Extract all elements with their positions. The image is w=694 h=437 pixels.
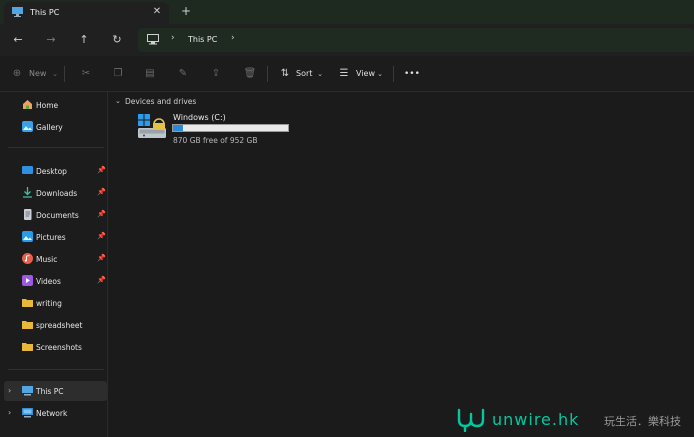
title-bar: This PC ✕ + [0, 0, 694, 24]
tab-this-pc[interactable]: This PC ✕ [4, 2, 169, 24]
divider [64, 66, 65, 82]
sidebar-item-desktop[interactable]: Desktop 📌 [4, 161, 107, 181]
navigation-pane: Home Gallery Desktop 📌 Downloads 📌 Docum… [0, 92, 108, 437]
watermark: unwire.hk 玩生活．樂科技 [452, 404, 694, 434]
sidebar-item-label: Music [36, 255, 58, 264]
sort-icon[interactable]: ⇅ [278, 67, 292, 81]
new-icon: ⊕ [12, 68, 22, 79]
sidebar-item-music[interactable]: Music 📌 [4, 249, 107, 269]
pin-icon[interactable]: 📌 [97, 210, 106, 218]
forward-icon[interactable]: → [43, 32, 59, 48]
delete-icon[interactable]: 🗑 [243, 67, 257, 81]
sort-button[interactable]: Sort [296, 66, 312, 82]
documents-icon [24, 209, 32, 220]
new-button[interactable]: New [29, 66, 46, 82]
divider [267, 66, 268, 82]
sidebar-item-label: Documents [36, 211, 79, 220]
group-header[interactable]: Devices and drives [125, 97, 196, 106]
network-icon [22, 408, 33, 418]
gallery-icon [22, 121, 33, 132]
cut-icon[interactable]: ✂ [79, 67, 93, 81]
sidebar-item-label: Screenshots [36, 343, 82, 352]
navigation-bar: ← → ↑ ↻ › This PC › [0, 24, 694, 56]
close-icon[interactable]: ✕ [150, 5, 164, 19]
pin-icon[interactable]: 📌 [97, 276, 106, 284]
share-icon[interactable]: ⇪ [209, 67, 223, 81]
command-bar: ⊕ New ⌄ ✂ ❐ ▤ ✎ ⇪ 🗑 ⇅ Sort ⌄ ☰ View ⌄ ••… [0, 56, 694, 92]
sidebar-item-label: Home [36, 101, 59, 110]
brand-logo-icon [457, 408, 485, 432]
chevron-right-icon[interactable]: › [8, 408, 11, 417]
sidebar-item-label: Network [36, 409, 68, 418]
sidebar-item-spreadsheet[interactable]: spreadsheet [4, 315, 107, 335]
sidebar-item-home[interactable]: Home [4, 95, 107, 115]
drive-icon[interactable] [137, 112, 167, 140]
sidebar-item-label: spreadsheet [36, 321, 83, 330]
brand-name: unwire.hk [492, 410, 580, 429]
sidebar-item-label: Videos [36, 277, 61, 286]
videos-icon [22, 275, 33, 286]
folder-icon [22, 343, 33, 351]
rename-icon[interactable]: ✎ [176, 67, 190, 81]
view-icon[interactable]: ☰ [337, 67, 351, 81]
pin-icon[interactable]: 📌 [97, 166, 106, 174]
folder-icon [22, 321, 33, 329]
sidebar-item-this-pc[interactable]: › This PC [4, 381, 107, 401]
sidebar-item-downloads[interactable]: Downloads 📌 [4, 183, 107, 203]
sidebar-item-label: Pictures [36, 233, 66, 242]
breadcrumb-this-pc[interactable]: This PC [188, 35, 217, 44]
capacity-bar [172, 124, 289, 132]
back-icon[interactable]: ← [10, 32, 26, 48]
sidebar-item-screenshots[interactable]: Screenshots [4, 337, 107, 357]
chevron-down-icon[interactable]: ⌄ [373, 67, 387, 81]
divider [393, 66, 394, 82]
desktop-icon [22, 166, 33, 174]
sidebar-item-writing[interactable]: writing [4, 293, 107, 313]
music-icon [22, 253, 33, 264]
new-tab-button[interactable]: + [178, 3, 194, 19]
more-options-button[interactable]: ••• [404, 66, 420, 82]
sidebar-item-label: This PC [36, 387, 64, 396]
chevron-right-icon[interactable]: › [171, 33, 175, 43]
tab-title: This PC [30, 8, 60, 17]
sidebar-item-label: Gallery [36, 123, 63, 132]
sidebar-item-videos[interactable]: Videos 📌 [4, 271, 107, 291]
sidebar-item-documents[interactable]: Documents 📌 [4, 205, 107, 225]
refresh-icon[interactable]: ↻ [109, 32, 125, 48]
address-bar[interactable]: › This PC › [138, 28, 694, 52]
sidebar-item-label: writing [36, 299, 62, 308]
capacity-bar-fill [173, 125, 183, 131]
divider [8, 147, 104, 148]
chevron-down-icon[interactable]: ⌄ [313, 67, 327, 81]
sidebar-item-pictures[interactable]: Pictures 📌 [4, 227, 107, 247]
pin-icon[interactable]: 📌 [97, 232, 106, 240]
content-pane: ⌄ Devices and drives Windows (C:) 870 GB… [109, 92, 694, 437]
paste-icon[interactable]: ▤ [143, 67, 157, 81]
divider [8, 369, 104, 370]
sidebar-item-label: Downloads [36, 189, 78, 198]
sidebar-item-gallery[interactable]: Gallery [4, 117, 107, 137]
drive-name[interactable]: Windows (C:) [173, 113, 226, 122]
chevron-down-icon[interactable]: ⌄ [48, 67, 62, 81]
folder-icon [22, 299, 33, 307]
pin-icon[interactable]: 📌 [97, 254, 106, 262]
chevron-right-icon[interactable]: › [8, 386, 11, 395]
chevron-right-icon[interactable]: › [231, 33, 235, 43]
copy-icon[interactable]: ❐ [111, 67, 125, 81]
up-icon[interactable]: ↑ [76, 32, 92, 48]
download-icon [23, 187, 32, 198]
this-pc-icon [22, 386, 33, 396]
brand-tagline: 玩生活．樂科技 [604, 415, 681, 428]
home-icon [23, 100, 32, 109]
drive-free-space: 870 GB free of 952 GB [173, 136, 258, 145]
computer-icon [147, 34, 159, 45]
this-pc-icon [12, 7, 23, 17]
pictures-icon [22, 231, 33, 242]
chevron-down-icon[interactable]: ⌄ [115, 97, 121, 105]
sidebar-item-network[interactable]: › Network [4, 403, 107, 423]
pin-icon[interactable]: 📌 [97, 188, 106, 196]
sidebar-item-label: Desktop [36, 167, 67, 176]
